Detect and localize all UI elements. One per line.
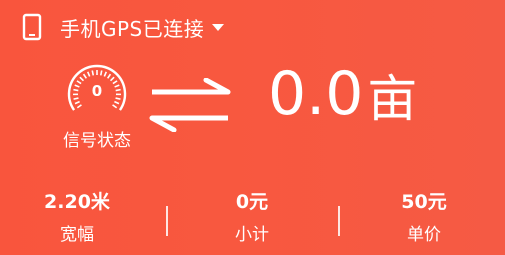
app-screen: 手机GPS已连接 0 信号状态 0.0 亩 2.20米 宽幅 0元 小计 50元… — [0, 0, 505, 255]
stat-subtotal: 0元 小计 — [177, 190, 327, 246]
phone-icon — [18, 13, 46, 41]
area-display: 0.0 亩 — [268, 64, 417, 124]
swap-arrows-icon[interactable] — [148, 78, 232, 132]
gps-connection-text: 手机GPS已连接 — [60, 16, 205, 41]
stat-unit-price: 50元 单价 — [349, 190, 499, 246]
stat-unit-price-value: 50元 — [401, 191, 447, 213]
divider — [166, 206, 168, 236]
stat-subtotal-label: 小计 — [235, 225, 269, 245]
stat-unit-price-label: 单价 — [407, 225, 441, 245]
stats-row: 2.20米 宽幅 0元 小计 50元 单价 — [0, 190, 505, 255]
signal-status: 0 信号状态 — [52, 62, 142, 151]
stat-width: 2.20米 宽幅 — [2, 190, 152, 246]
stat-width-value: 2.20米 — [44, 191, 110, 213]
caret-down-icon — [212, 23, 225, 31]
signal-label: 信号状态 — [63, 131, 131, 151]
gps-source-dropdown[interactable]: 手机GPS已连接 — [60, 13, 225, 42]
stat-subtotal-value: 0元 — [235, 191, 269, 213]
gps-header: 手机GPS已连接 — [18, 12, 225, 42]
divider — [338, 206, 340, 236]
stat-width-label: 宽幅 — [60, 225, 94, 245]
area-unit: 亩 — [367, 70, 418, 128]
area-value: 0.0 — [268, 59, 364, 129]
signal-value: 0 — [91, 82, 103, 100]
